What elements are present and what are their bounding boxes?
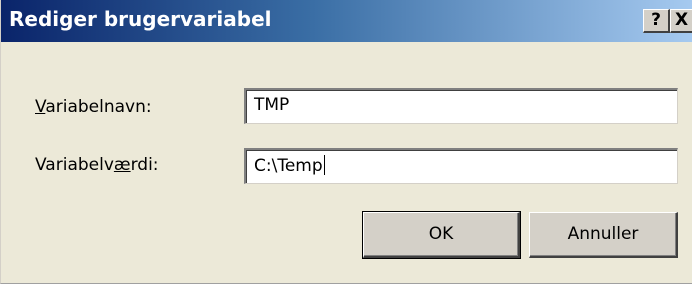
title-bar[interactable]: Rediger brugervariabel ? X — [1, 0, 692, 42]
ok-button[interactable]: OK — [362, 211, 521, 259]
help-button[interactable]: ? — [643, 9, 670, 33]
variable-value-label-accelerator: æ — [113, 155, 131, 175]
close-icon: X — [674, 10, 689, 30]
variable-name-label-accelerator: V — [35, 97, 46, 117]
question-mark-icon: ? — [651, 10, 661, 30]
variable-value-label: Variabelværdi: — [35, 155, 159, 175]
variable-name-label: Variabelnavn: — [35, 97, 152, 117]
variable-name-input-text: TMP — [254, 95, 290, 115]
variable-name-label-text: ariabelnavn: — [45, 97, 152, 117]
text-caret — [323, 155, 325, 175]
close-button[interactable]: X — [670, 9, 692, 33]
variable-value-label-text-start: Variabelv — [35, 155, 114, 175]
variable-value-input-text: C:\Temp — [254, 156, 323, 176]
variable-name-input[interactable]: TMP — [244, 88, 678, 124]
window-title: Rediger brugervariabel — [9, 7, 272, 31]
cancel-button[interactable]: Annuller — [529, 212, 678, 258]
variable-value-label-text-end: rdi: — [130, 155, 159, 175]
edit-user-variable-dialog: Rediger brugervariabel ? X Variabelnavn:… — [0, 0, 692, 284]
variable-value-input[interactable]: C:\Temp — [244, 148, 678, 184]
